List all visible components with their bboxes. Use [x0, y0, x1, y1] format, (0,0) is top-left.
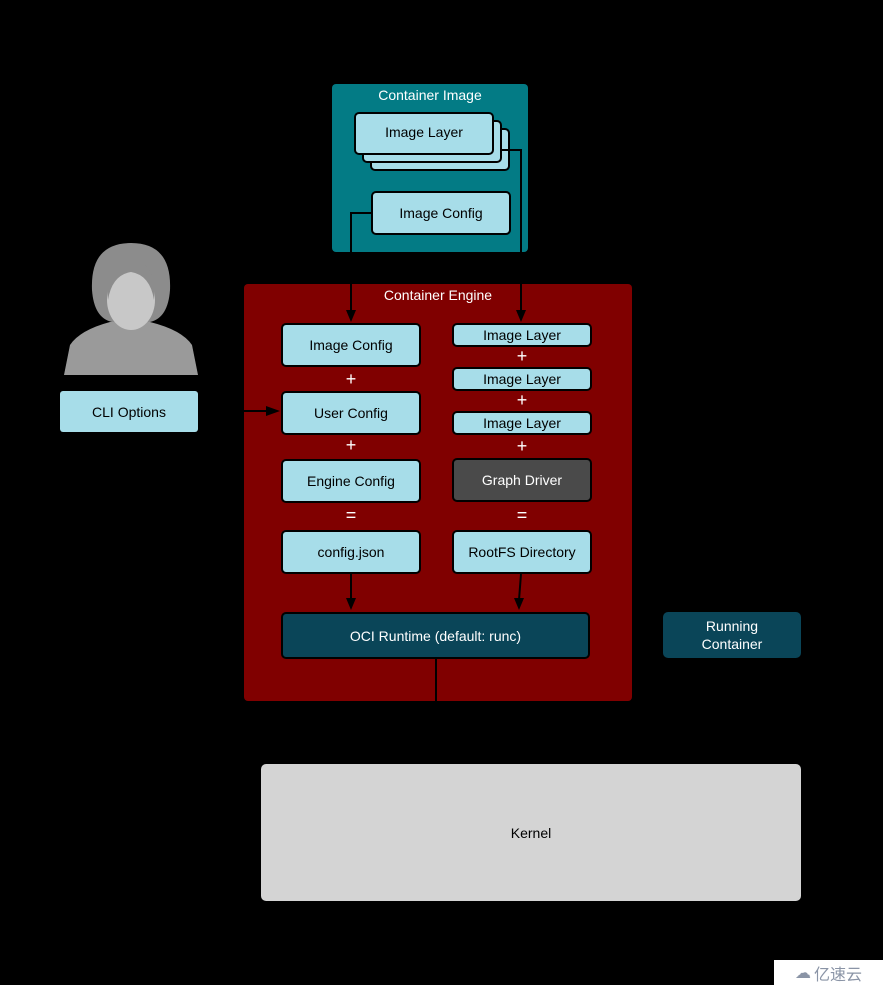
arrowhead — [346, 598, 356, 610]
cli-options: CLI Options — [60, 391, 198, 432]
watermark: ☁ 亿速云 — [774, 960, 883, 985]
arrowhead — [514, 598, 524, 610]
watermark-text: 亿速云 — [813, 966, 862, 984]
rootfs-arrow-line — [518, 573, 522, 601]
arrowhead — [346, 310, 356, 322]
user-icon — [64, 243, 198, 375]
config-arrow-line — [350, 212, 371, 312]
kernel: Kernel — [261, 764, 801, 901]
layer-arrow-line — [502, 149, 522, 312]
running-container: Running Container — [663, 612, 801, 658]
arrowhead — [516, 310, 526, 322]
diagram: Container Image Image Layer Image Config… — [0, 0, 883, 985]
cloud-logo-icon: ☁ — [794, 964, 811, 982]
arrowhead — [266, 406, 280, 416]
